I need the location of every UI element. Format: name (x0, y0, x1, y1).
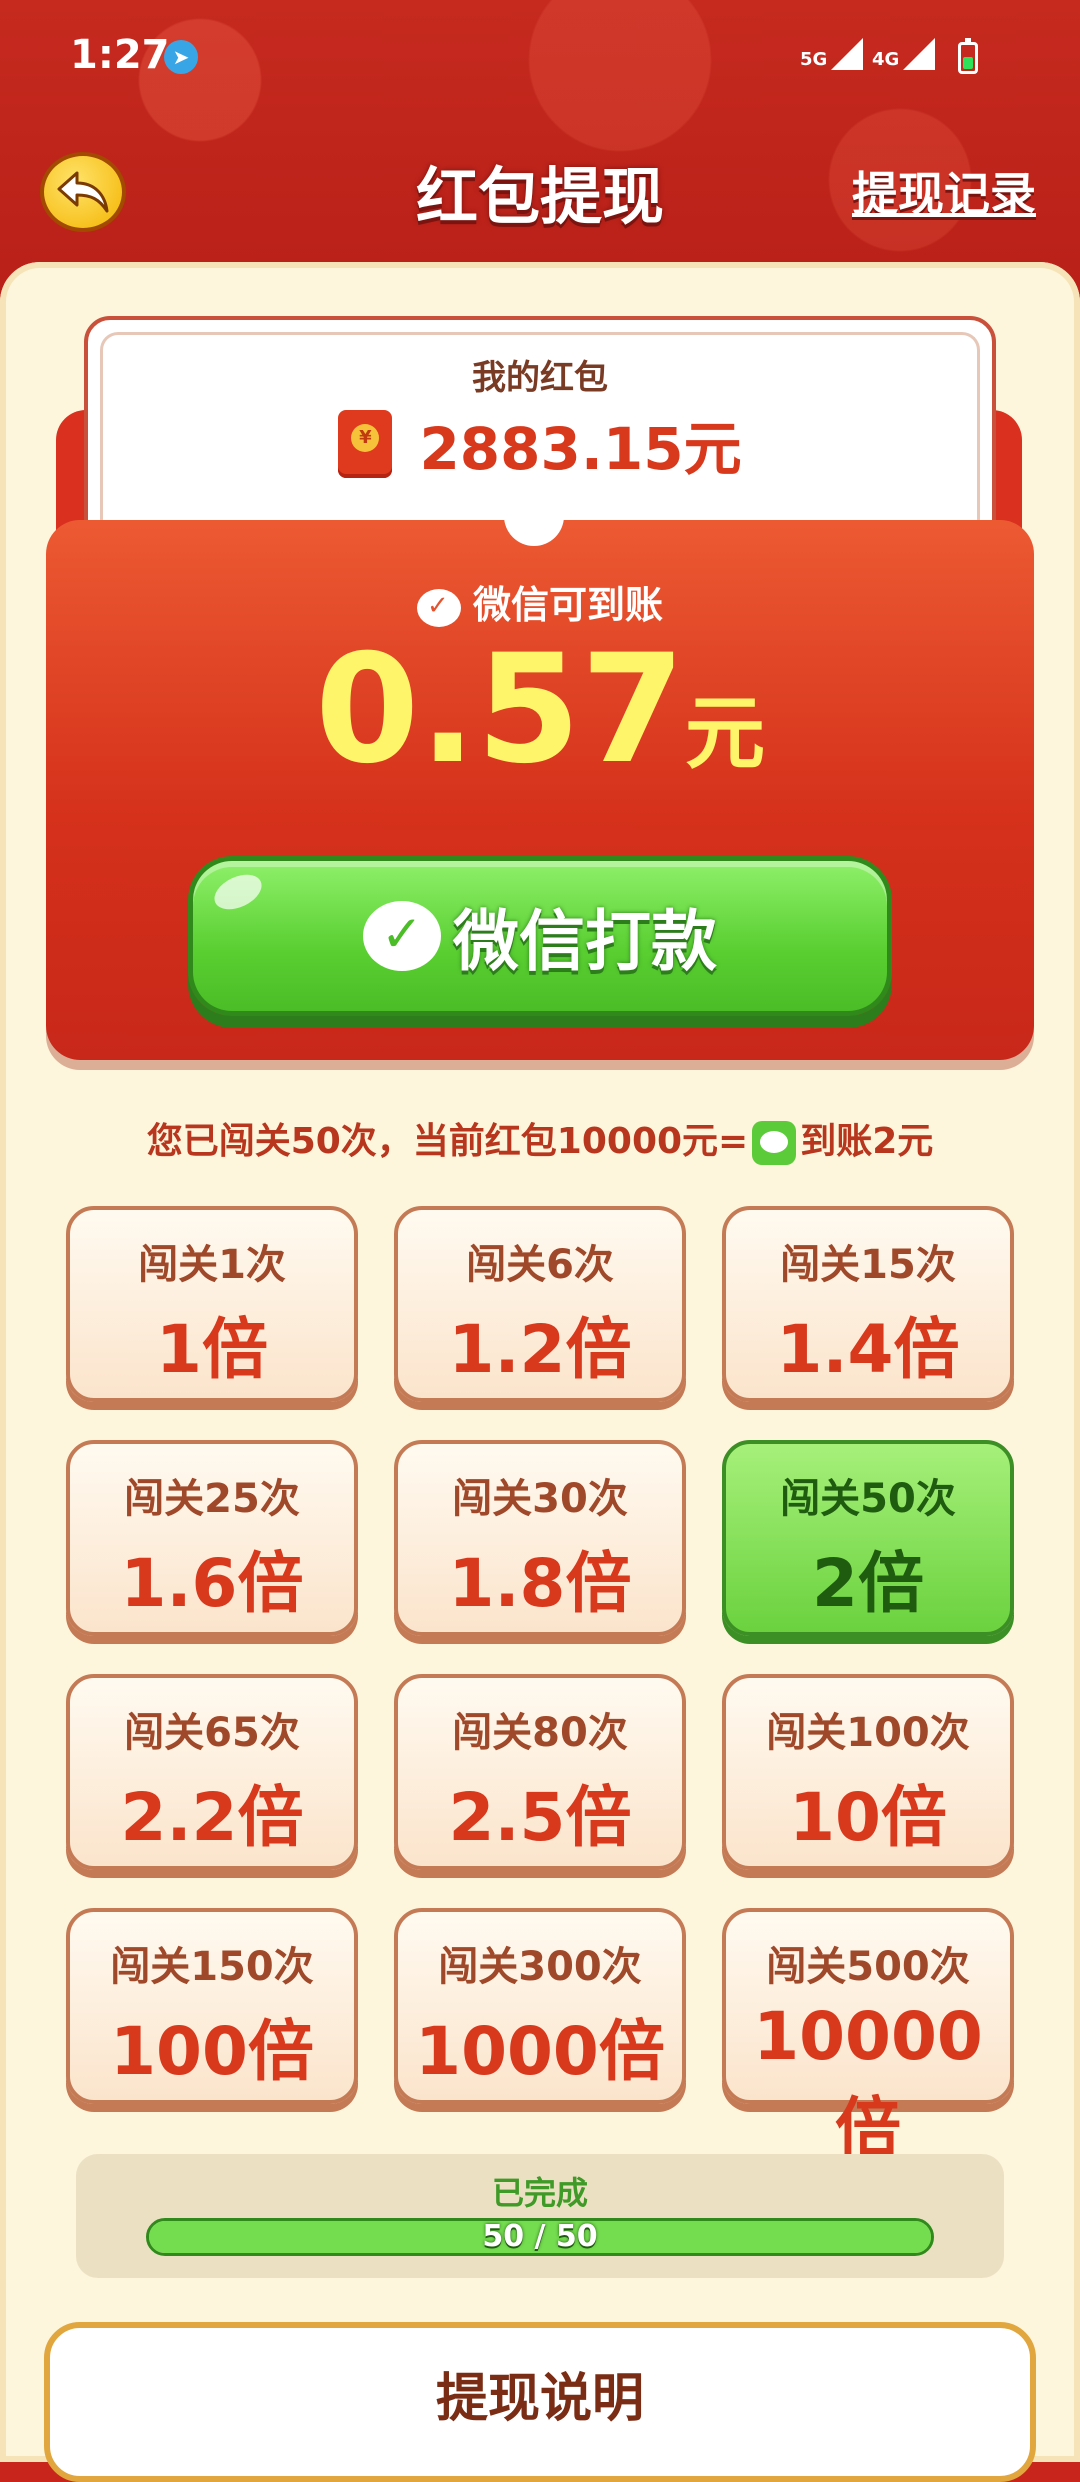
multiplier-tier[interactable]: 闯关30次 1.8倍 (394, 1440, 686, 1636)
network-label-5g: 5G (800, 49, 828, 70)
signal-4g-icon: 4G (872, 38, 936, 70)
tier-multiplier: 10000倍 (753, 1998, 983, 2167)
tier-level: 闯关6次 (466, 1242, 614, 1288)
multiplier-tier[interactable]: 闯关15次 1.4倍 (722, 1206, 1014, 1402)
tier-level: 闯关50次 (780, 1476, 956, 1522)
status-bar: 1:27 ➤ 5G 4G (0, 0, 1080, 110)
tier-multiplier: 1.4倍 (776, 1311, 960, 1388)
tier-multiplier: 1000倍 (415, 2013, 665, 2090)
tier-level: 闯关15次 (780, 1242, 956, 1288)
notes-title: 提现说明 (435, 2369, 644, 2429)
wechat-logo-icon (363, 901, 441, 971)
level-info-line: 您已闯关50次，当前红包10000元= 到账2元 (0, 1112, 1080, 1165)
progress-panel: 已完成 50 / 50 (76, 2154, 1004, 2278)
tier-multiplier: 2.5倍 (448, 1779, 632, 1856)
withdraw-notes-card: 提现说明 (44, 2322, 1036, 2482)
tier-level: 闯关65次 (124, 1710, 300, 1756)
multiplier-tier[interactable]: 闯关300次 1000倍 (394, 1908, 686, 2104)
payout-amount-row: 0.57元 (46, 620, 1034, 800)
network-label-4g: 4G (872, 49, 900, 70)
level-info-prefix: 您已闯关50次，当前红包10000元= (146, 1121, 749, 1162)
multiplier-tier[interactable]: 闯关1次 1倍 (66, 1206, 358, 1402)
wallet-amount: 2883.15元 (419, 415, 742, 483)
tier-multiplier: 1倍 (156, 1311, 268, 1388)
wechat-pay-button[interactable]: 微信打款 (188, 856, 892, 1016)
withdraw-envelope: 微信可到账 0.57元 微信打款 (46, 520, 1034, 1060)
multiplier-grid: 闯关1次 1倍 闯关6次 1.2倍 闯关15次 1.4倍闯关25次 1.6倍 闯关30次 1.8… (66, 1206, 1014, 2167)
progress-bar: 50 / 50 (146, 2218, 934, 2256)
battery-icon (958, 38, 978, 74)
tier-multiplier: 2.2倍 (120, 1779, 304, 1856)
multiplier-tier[interactable]: 闯关80次 2.5倍 (394, 1674, 686, 1870)
tier-level: 闯关150次 (110, 1944, 314, 1990)
payout-unit: 元 (685, 687, 766, 780)
tier-multiplier: 2倍 (812, 1545, 924, 1622)
status-time: 1:27 (70, 32, 170, 78)
multiplier-tier[interactable]: 闯关150次 100倍 (66, 1908, 358, 2104)
withdraw-history-link[interactable]: 提现记录 (852, 158, 1036, 224)
multiplier-tier[interactable]: 闯关65次 2.2倍 (66, 1674, 358, 1870)
tier-multiplier: 1.2倍 (448, 1311, 632, 1388)
tier-level: 闯关500次 (766, 1944, 970, 1990)
tier-multiplier: 10倍 (789, 1779, 947, 1856)
tier-level: 闯关25次 (124, 1476, 300, 1522)
multiplier-tier[interactable]: 闯关50次 2倍 (722, 1440, 1014, 1636)
tier-level: 闯关300次 (438, 1944, 642, 1990)
level-info-suffix: 到账2元 (800, 1121, 934, 1162)
tier-multiplier: 100倍 (110, 2013, 314, 2090)
red-packet-icon (338, 410, 393, 478)
tier-multiplier: 1.8倍 (448, 1545, 632, 1622)
multiplier-tier[interactable]: 闯关6次 1.2倍 (394, 1206, 686, 1402)
wallet-label: 我的红包 (472, 358, 608, 398)
progress-label: 已完成 (491, 2174, 588, 2212)
multiplier-tier[interactable]: 闯关100次 10倍 (722, 1674, 1014, 1870)
telegram-icon: ➤ (164, 40, 198, 74)
signal-5g-icon: 5G (800, 38, 864, 70)
pay-button-label: 微信打款 (453, 903, 717, 980)
multiplier-tier[interactable]: 闯关25次 1.6倍 (66, 1440, 358, 1636)
payout-amount: 0.57 (314, 623, 686, 797)
tier-level: 闯关30次 (452, 1476, 628, 1522)
progress-text: 50 / 50 (482, 2219, 598, 2254)
tier-level: 闯关100次 (766, 1710, 970, 1756)
tier-level: 闯关80次 (452, 1710, 628, 1756)
tier-level: 闯关1次 (138, 1242, 286, 1288)
wechat-mini-icon (752, 1121, 797, 1165)
multiplier-tier[interactable]: 闯关500次 10000倍 (722, 1908, 1014, 2167)
tier-multiplier: 1.6倍 (120, 1545, 304, 1622)
